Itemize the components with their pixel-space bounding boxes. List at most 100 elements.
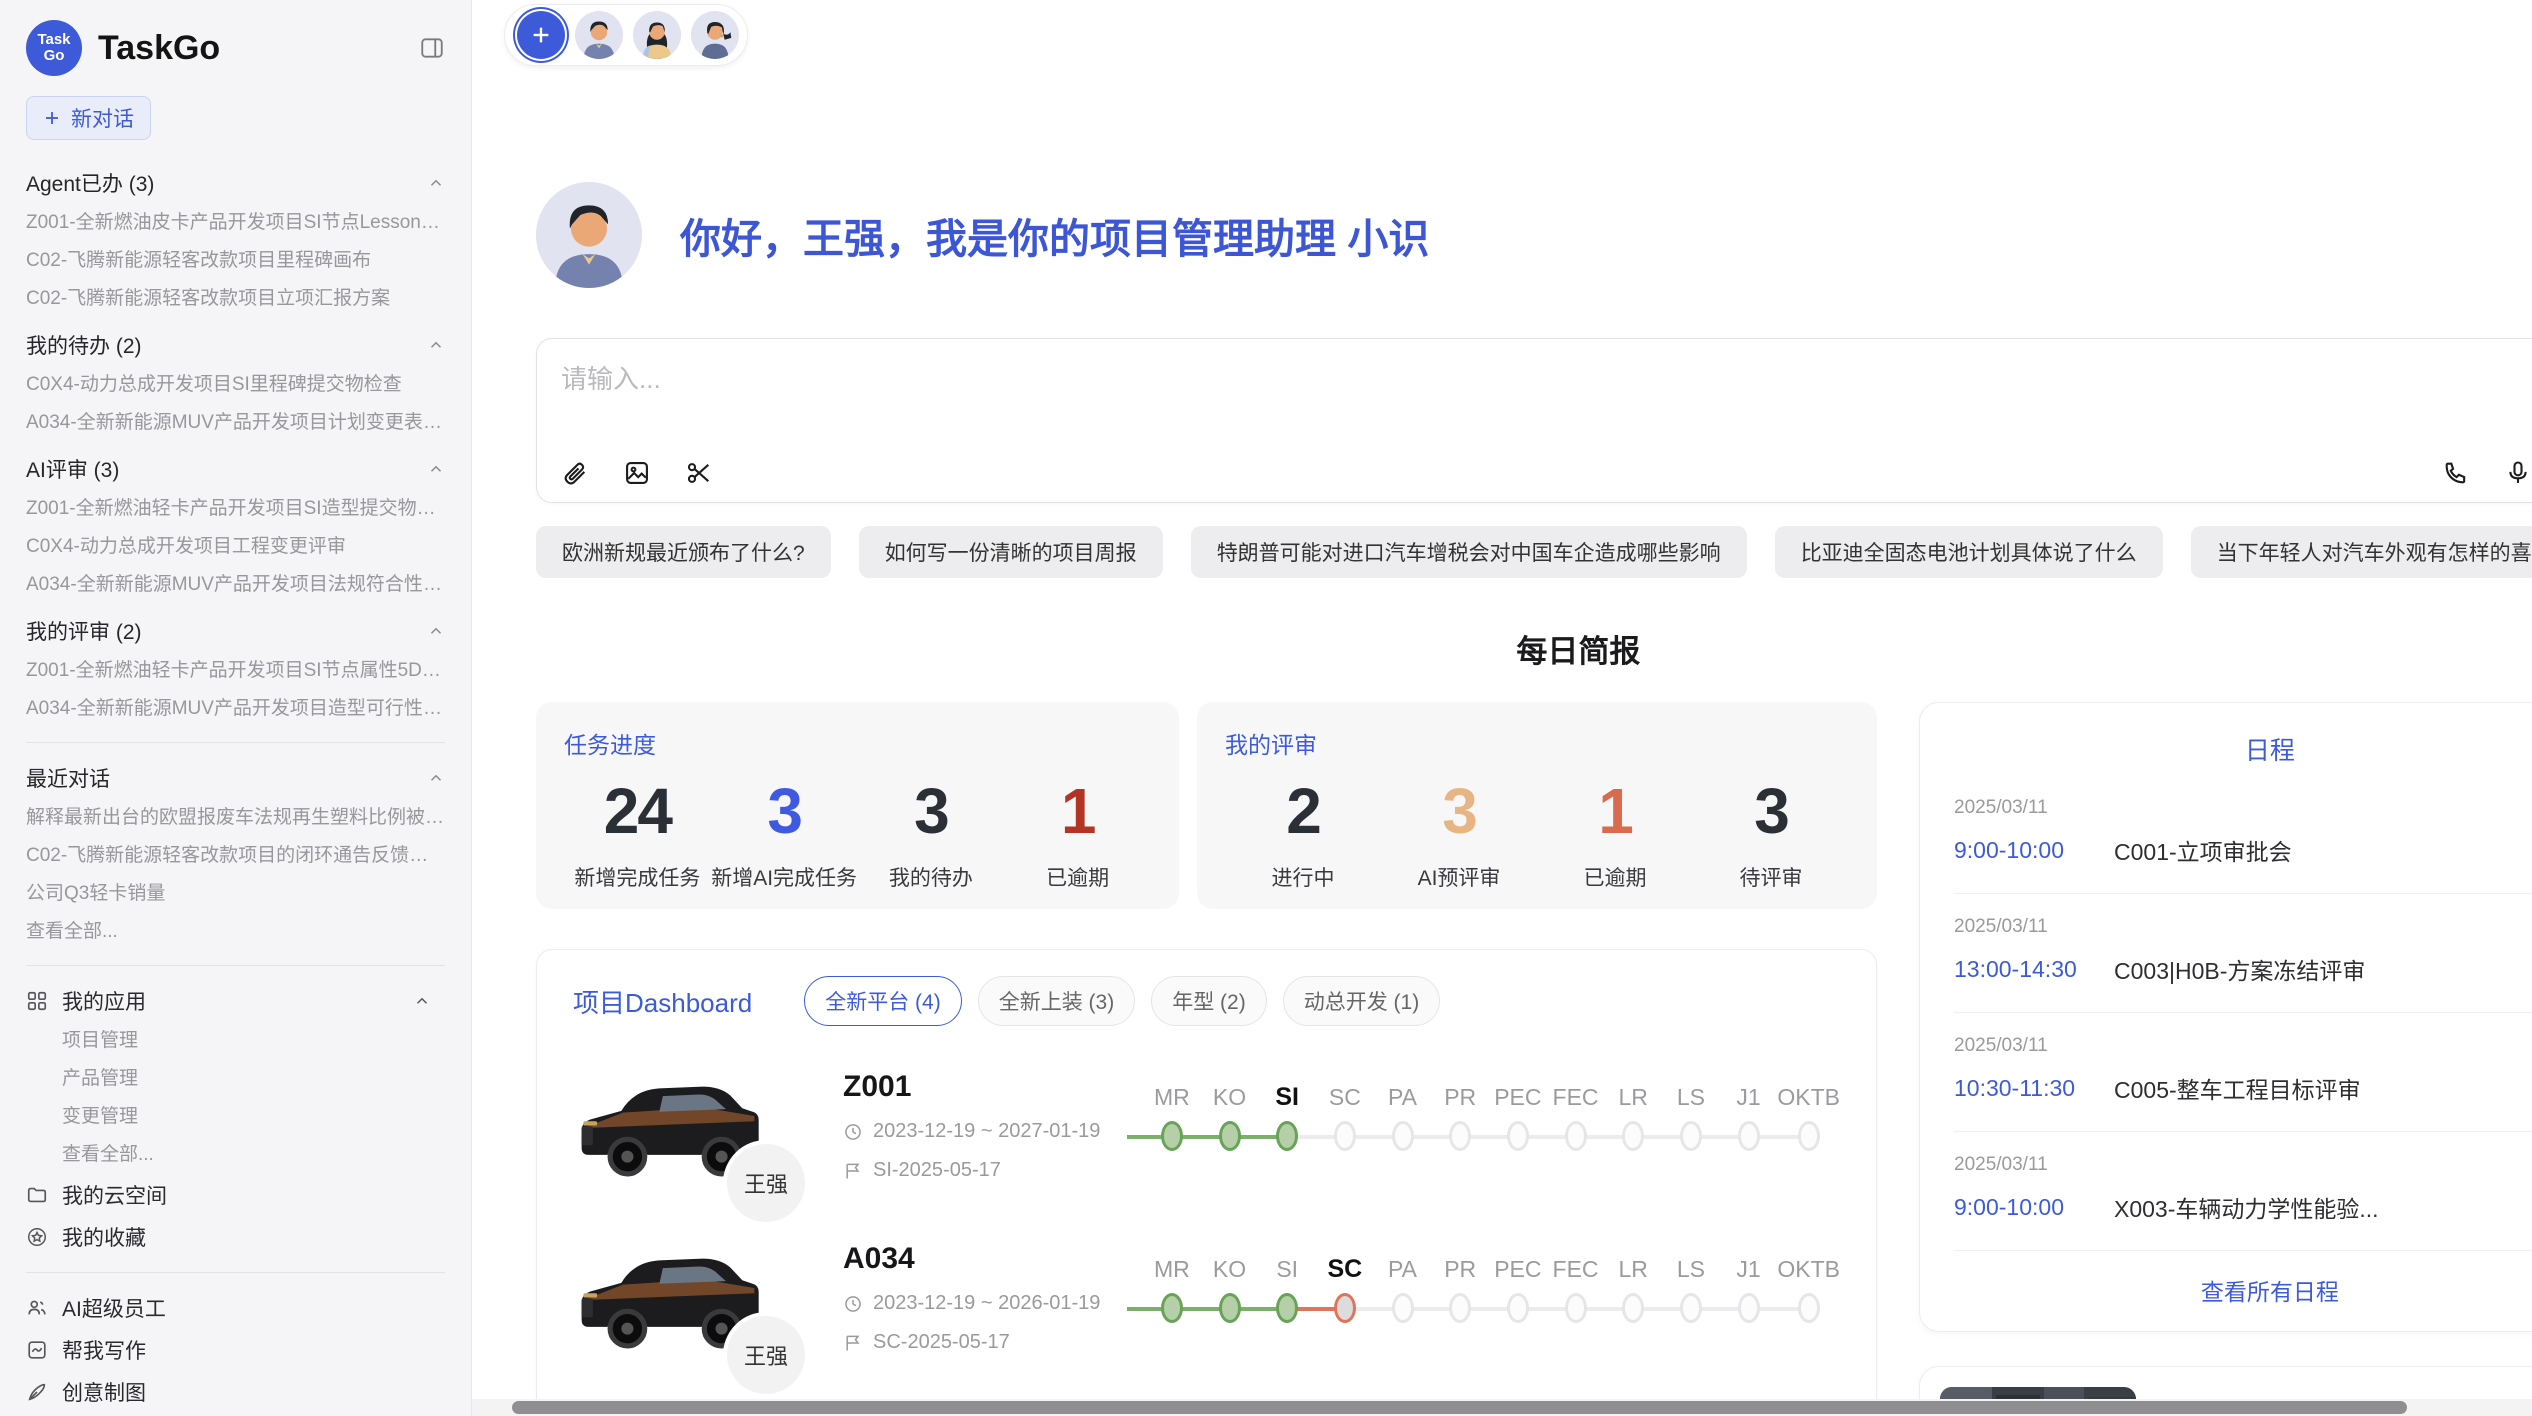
review-item[interactable]: C0X4-动力总成开发项目工程变更评审	[26, 528, 445, 566]
section-header-my-review[interactable]: 我的评审 (2)	[26, 610, 445, 652]
project-dates: 2023-12-19 ~ 2027-01-19	[843, 1120, 1143, 1143]
schedule-time: 10:30-11:30	[1954, 1075, 2114, 1102]
dashboard-tab[interactable]: 全新平台 (4)	[804, 976, 962, 1026]
stat-label: 待评审	[1693, 862, 1849, 892]
horizontal-scrollbar[interactable]	[472, 1399, 2532, 1416]
section-header-agent-done[interactable]: Agent已办 (3)	[26, 162, 445, 204]
milestone-dot	[1161, 1293, 1183, 1323]
section-header-my-todo[interactable]: 我的待办 (2)	[26, 324, 445, 366]
avatar-2[interactable]	[633, 11, 681, 59]
scrollbar-thumb[interactable]	[512, 1401, 2407, 1414]
milestone-label: SI	[1258, 1078, 1316, 1116]
card-title: 我的评审	[1225, 726, 1849, 760]
dashboard-tabs: 全新平台 (4) 全新上装 (3) 年型 (2) 动总开发 (1)	[804, 976, 1440, 1026]
review-item[interactable]: Z001-全新燃油轻卡产品开发项目SI造型提交物评审	[26, 490, 445, 528]
add-session-button[interactable]	[517, 11, 565, 59]
milestone: PA	[1374, 1078, 1432, 1160]
project-image: 王强	[573, 1242, 785, 1370]
app-logo: Task Go	[26, 20, 82, 76]
view-all-schedule-link[interactable]: 查看所有日程	[1954, 1250, 2532, 1307]
todo-item[interactable]: C0X4-动力总成开发项目SI里程碑提交物检查	[26, 366, 445, 404]
chat-input[interactable]	[561, 359, 2532, 458]
recent-item[interactable]: C02-飞腾新能源轻客改款项目的闭环通告反馈情况	[26, 837, 445, 875]
session-avatar-pill	[504, 4, 748, 66]
sidebar-item-ai-super-staff[interactable]: AI超级员工	[26, 1287, 445, 1329]
mic-icon[interactable]	[2504, 459, 2532, 487]
image-icon[interactable]	[623, 459, 651, 487]
sidebar: Task Go TaskGo 新对话 Agent已办 (3) Z001-全新燃油…	[0, 0, 472, 1416]
conversation-item[interactable]: Z001-全新燃油皮卡产品开发项目SI节点Lesson Learn报告	[26, 204, 445, 242]
todo-item[interactable]: A034-全新新能源MUV产品开发项目计划变更表编写	[26, 404, 445, 442]
dashboard-tab[interactable]: 年型 (2)	[1151, 976, 1267, 1026]
avatar-3[interactable]	[691, 11, 739, 59]
project-image: 王强	[573, 1070, 785, 1198]
dashboard-title: 项目Dashboard	[573, 983, 752, 1020]
phone-icon[interactable]	[2442, 459, 2470, 487]
milestone-dot	[1565, 1293, 1587, 1323]
pen-icon	[26, 1381, 48, 1403]
review-item[interactable]: Z001-全新燃油轻卡产品开发项目SI节点属性5D文件评审	[26, 652, 445, 690]
chevron-up-icon	[427, 460, 445, 478]
milestone: SC	[1316, 1078, 1374, 1160]
app-item[interactable]: 产品管理	[62, 1060, 445, 1098]
suggestion-chip[interactable]: 特朗普可能对进口汽车增税会对中国车企造成哪些影响	[1191, 526, 1747, 578]
sidebar-item-cloud-space[interactable]: 我的云空间	[26, 1174, 445, 1216]
stat-label: AI预评审	[1381, 862, 1537, 892]
stat-value: 2	[1225, 774, 1381, 848]
suggestion-chip[interactable]: 比亚迪全固态电池计划具体说了什么	[1775, 526, 2163, 578]
divider	[26, 965, 445, 966]
project-row[interactable]: 王强 A034 2023-12-19 ~ 2026-01-19 SC-2025-…	[573, 1242, 1840, 1370]
project-code: A034	[843, 1242, 1143, 1276]
dashboard-tab[interactable]: 动总开发 (1)	[1283, 976, 1441, 1026]
stat-value: 24	[564, 774, 711, 848]
star-circle-icon	[26, 1226, 48, 1248]
sidebar-item-creative-drawing[interactable]: 创意制图	[26, 1371, 445, 1413]
milestone: PA	[1374, 1250, 1432, 1332]
schedule-event-title: C001-立项审批会	[2114, 833, 2524, 867]
new-chat-button[interactable]: 新对话	[26, 96, 151, 140]
milestone-dot	[1798, 1293, 1820, 1323]
section-header-ai-review[interactable]: AI评审 (3)	[26, 448, 445, 490]
dashboard-tab[interactable]: 全新上装 (3)	[978, 976, 1136, 1026]
milestone: PR	[1431, 1250, 1489, 1332]
section-header-recent[interactable]: 最近对话	[26, 757, 445, 799]
schedule-entry: 2025/03/11 13:00-14:30 C003|H0B-方案冻结评审 加…	[1954, 893, 2532, 1012]
collapse-sidebar-icon[interactable]	[419, 35, 445, 61]
recent-view-all[interactable]: 查看全部...	[26, 913, 445, 951]
project-row[interactable]: 王强 Z001 2023-12-19 ~ 2027-01-19 SI-2025-…	[573, 1070, 1840, 1198]
conversation-item[interactable]: C02-飞腾新能源轻客改款项目里程碑画布	[26, 242, 445, 280]
ai-review-list: Z001-全新燃油轻卡产品开发项目SI造型提交物评审C0X4-动力总成开发项目工…	[26, 490, 445, 604]
recent-item[interactable]: 解释最新出台的欧盟报废车法规再生塑料比例被调至15%...	[26, 799, 445, 837]
milestone-label: PEC	[1489, 1078, 1547, 1116]
app-item[interactable]: 项目管理	[62, 1022, 445, 1060]
milestone-dot	[1622, 1121, 1644, 1151]
milestone-label: LR	[1604, 1078, 1662, 1116]
sidebar-item-help-me-write[interactable]: 帮我写作	[26, 1329, 445, 1371]
sidebar-item-my-apps[interactable]: 我的应用	[26, 980, 445, 1022]
suggestion-chip[interactable]: 欧洲新规最近颁布了什么?	[536, 526, 831, 578]
milestone-dot	[1449, 1293, 1471, 1323]
app-item[interactable]: 变更管理	[62, 1098, 445, 1136]
conversation-item[interactable]: C02-飞腾新能源轻客改款项目立项汇报方案	[26, 280, 445, 318]
scissors-icon[interactable]	[685, 459, 713, 487]
app-item[interactable]: 查看全部...	[62, 1136, 445, 1174]
suggestion-chip[interactable]: 如何写一份清晰的项目周报	[859, 526, 1163, 578]
review-item[interactable]: A034-全新新能源MUV产品开发项目造型可行性评审	[26, 690, 445, 728]
chevron-up-icon	[427, 769, 445, 787]
plus-icon	[43, 109, 61, 127]
suggestion-chip[interactable]: 当下年轻人对汽车外观有怎样的喜好趋势	[2191, 526, 2532, 578]
flag-icon	[843, 1161, 863, 1181]
my-review-card: 我的评审 2 进行中 3 AI预评审	[1197, 702, 1877, 909]
review-item[interactable]: A034-全新新能源MUV产品开发项目法规符合性评审	[26, 566, 445, 604]
attach-icon[interactable]	[561, 459, 589, 487]
stat: 3 AI预评审	[1381, 774, 1537, 892]
assistant-avatar	[536, 182, 642, 288]
recent-item[interactable]: 公司Q3轻卡销量	[26, 875, 445, 913]
stat: 3 待评审	[1693, 774, 1849, 892]
divider	[26, 1272, 445, 1273]
milestone: KO	[1201, 1250, 1259, 1332]
sidebar-item-favorites[interactable]: 我的收藏	[26, 1216, 445, 1258]
milestone-dot	[1680, 1121, 1702, 1151]
write-icon	[26, 1339, 48, 1361]
avatar-1[interactable]	[575, 11, 623, 59]
